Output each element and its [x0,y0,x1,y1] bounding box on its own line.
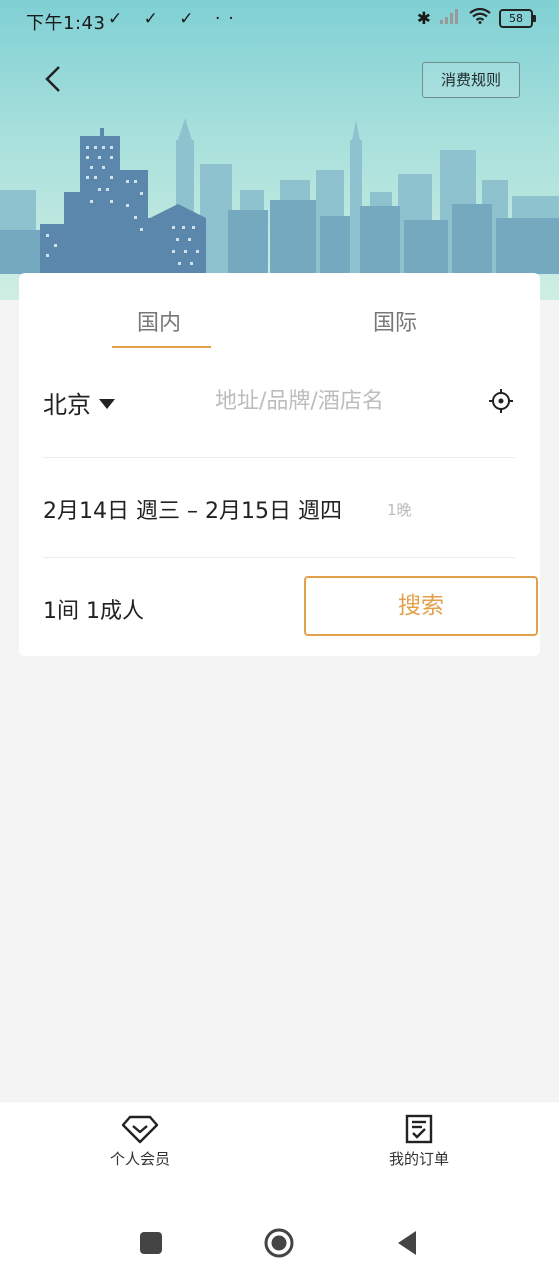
nav-item-member[interactable]: 个人会员 [80,1114,200,1169]
bottom-nav: 个人会员 我的订单 [0,1101,559,1202]
city-skyline-illustration [0,118,559,274]
status-time: 下午1:43 [26,13,106,34]
nav-label-member: 个人会员 [109,1150,170,1168]
consumption-rules-button[interactable]: 消费规则 [422,62,520,98]
tab-international[interactable]: 国际 [373,305,417,337]
active-tab-indicator [112,346,211,348]
nav-label-orders: 我的订单 [388,1150,449,1168]
chevron-left-icon [45,66,60,92]
system-nav-bar [0,1201,559,1280]
home-button[interactable] [264,1228,294,1258]
divider [43,457,515,458]
hotel-search-card: 国内 国际 北京 2月14日 週三 – 2月15日 週四 1晚 1间 1成人 搜… [19,273,540,656]
hotel-search-input[interactable] [215,385,435,417]
city-selector[interactable]: 北京 [43,385,115,420]
status-bar: 下午1:43 ✓ ✓ ✓ ·· ✱ 58 [0,0,559,42]
caret-down-icon [99,398,115,409]
diamond-icon [121,1115,159,1144]
status-right-icons: ✱ 58 [416,7,536,29]
date-selector[interactable]: 2月14日 週三 – 2月15日 週四 1晚 [43,489,515,529]
wifi-icon [469,7,491,29]
stay-dates: 2月14日 週三 – 2月15日 週四 [43,499,342,524]
signal-icon [439,8,461,29]
bluetooth-icon: ✱ [416,8,431,29]
header-hero: 下午1:43 ✓ ✓ ✓ ·· ✱ 58 消费规则 [0,0,559,300]
city-name: 北京 [43,391,91,419]
battery-icon: 58 [499,9,536,28]
guest-row: 1间 1成人 搜索 [43,576,538,636]
recent-apps-button[interactable] [140,1232,162,1254]
system-back-button[interactable] [396,1230,418,1256]
nights-count: 1晚 [387,501,412,519]
notification-icons: ✓ ✓ ✓ ·· [108,9,242,29]
back-button[interactable] [38,62,68,96]
room-guest-selector[interactable]: 1间 1成人 [43,593,144,625]
tab-domestic[interactable]: 国内 [137,305,181,337]
nav-item-orders[interactable]: 我的订单 [359,1114,479,1169]
destination-row: 北京 [43,373,515,431]
search-button[interactable]: 搜索 [304,576,538,636]
divider [43,557,515,558]
locate-icon[interactable] [487,387,515,415]
order-icon [405,1114,433,1144]
